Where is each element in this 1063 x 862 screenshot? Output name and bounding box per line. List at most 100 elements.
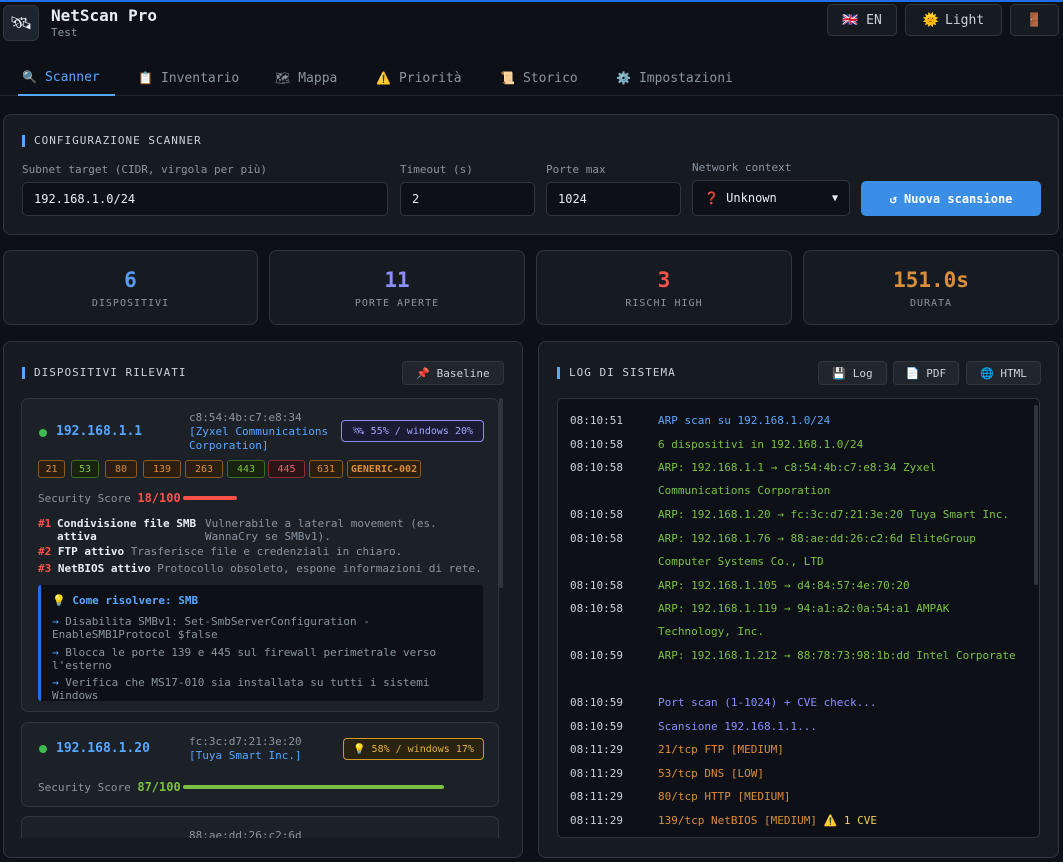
port-badge[interactable]: 263 [185, 460, 223, 478]
device-card[interactable]: 88:ae:dd:26:c2:6d [21, 816, 499, 838]
map-icon: 🗺 [275, 71, 291, 85]
theme-label: Light [945, 12, 985, 28]
log-message: 6 dispositivi in 192.168.1.0/24 [658, 437, 864, 451]
os-guess-badge: 🛰 55% / windows 20% [341, 420, 484, 442]
log-time: 08:11:29 [570, 743, 623, 756]
tab-label: Storico [522, 70, 578, 86]
tab-label: Impostazioni [638, 70, 733, 86]
log-time: 08:10:58 [570, 508, 623, 521]
log-message: ARP: 192.168.1.20 → fc:3c:d7:21:3e:20 Tu… [658, 508, 1009, 521]
log-time: 08:10:51 [570, 414, 623, 427]
subnet-input[interactable]: 192.168.1.0/24 [22, 182, 388, 216]
export-log-button[interactable]: 💾 Log [818, 361, 887, 385]
tab-inventario[interactable]: 📋 Inventario [134, 60, 243, 96]
port-badge[interactable]: 139 [143, 460, 181, 478]
log-time: 08:10:58 [570, 531, 623, 545]
scroll-icon: 📜 [500, 71, 515, 85]
new-scan-button[interactable]: ↺ Nuova scansione [861, 181, 1041, 216]
risk-description: Vulnerabile a lateral movement (es. Wann… [205, 517, 437, 543]
log-message: ARP: 192.168.1.212 → 88:78:73:98:1b:dd I… [658, 649, 1016, 662]
logout-button[interactable]: 🚪 [1010, 4, 1059, 36]
network-context-select[interactable]: ❓ Unknown ▼ [692, 180, 850, 216]
log-message: 53/tcp DNS [LOW] [658, 766, 764, 780]
tab-mappa[interactable]: 🗺 Mappa [271, 60, 341, 96]
log-time: 08:10:59 [570, 649, 623, 662]
risk-title: NetBIOS attivo [57, 562, 151, 575]
log-message: ARP: 192.168.1.105 → d4:84:57:4e:70:20 [658, 578, 910, 592]
sun-icon: 🌞 [922, 12, 940, 28]
max-ports-input[interactable]: 1024 [546, 182, 681, 216]
chevron-down-icon: ▼ [831, 192, 838, 204]
log-time: 08:10:58 [570, 602, 623, 615]
stat-high-risks: 3 RISCHI HIGH [536, 250, 792, 325]
log-time: 08:11:29 [570, 813, 623, 827]
log-console: 08:10:51 ARP scan su 192.168.1.0/24 08:10:… [557, 398, 1040, 838]
score-label: Security Score [38, 781, 131, 794]
clipboard-icon: 📋 [138, 71, 153, 85]
device-mac: fc:3c:d7:21:3e:20 [189, 735, 302, 748]
remediation-step: → Blocca le porte 139 e 445 sul firewall… [52, 646, 437, 672]
score-bar [183, 496, 237, 500]
tab-priorita[interactable]: ⚠️ Priorità [372, 60, 466, 96]
gear-icon: ⚙️ [616, 71, 631, 85]
port-badge[interactable]: 80 [105, 460, 137, 478]
network-context-label: Network context [692, 161, 792, 174]
online-status-dot [39, 745, 47, 753]
log-title: LOG DI SISTEMA [557, 367, 676, 379]
log-message: 21/tcp FTP [MEDIUM] [658, 743, 784, 756]
stat-caption: DISPOSITIVI [91, 298, 170, 309]
stat-caption: DURATA [909, 298, 953, 309]
log-time: 08:10:58 [570, 461, 623, 474]
port-badge[interactable]: 445 [268, 460, 305, 478]
device-list-scrollbar[interactable] [499, 398, 503, 588]
stat-duration: 151.0s DURATA [803, 250, 1059, 325]
network-context-value: ❓ Unknown [704, 191, 777, 205]
stat-caption: RISCHI HIGH [625, 298, 703, 309]
device-card[interactable]: 192.168.1.20 fc:3c:d7:21:3e:20 [Tuya Sma… [21, 722, 499, 807]
remediation-box: 💡 Come risolvere: SMB → Disabilita SMBv1… [38, 585, 483, 702]
theme-toggle-button[interactable]: 🌞 Light [905, 4, 1002, 36]
timeout-label: Timeout (s) [400, 163, 473, 176]
warning-icon: ⚠️ [376, 71, 391, 85]
remediation-title: 💡 Come risolvere: SMB [52, 594, 199, 607]
app-subtitle: Test [51, 26, 78, 39]
log-time: 08:10:59 [570, 696, 623, 709]
log-message: ARP: 192.168.1.76 → 88:ae:dd:26:c2:6d El… [658, 531, 976, 568]
language-button[interactable]: 🇬🇧 EN [827, 4, 897, 36]
stat-value: 151.0s [893, 268, 969, 292]
port-badge[interactable]: 53 [71, 460, 99, 478]
cve-warning: ⚠️ 1 CVE [816, 813, 878, 827]
log-time: 08:10:58 [570, 437, 623, 451]
log-message: Scansione 192.168.1.1... [658, 719, 817, 733]
tab-impostazioni[interactable]: ⚙️ Impostazioni [612, 60, 737, 96]
port-badge[interactable]: 631 [309, 460, 343, 478]
device-list: 192.168.1.1 c8:54:4b:c7:e8:34 [Zyxel Com… [21, 398, 504, 838]
export-html-button[interactable]: 🌐 HTML [966, 361, 1041, 385]
baseline-button[interactable]: 📌 Baseline [402, 361, 504, 385]
device-card[interactable]: 192.168.1.1 c8:54:4b:c7:e8:34 [Zyxel Com… [21, 398, 499, 712]
log-scrollbar[interactable] [1034, 405, 1038, 585]
log-message: 80/tcp HTTP [MEDIUM] [658, 790, 791, 803]
port-badge[interactable]: 443 [227, 460, 265, 478]
risk-description: Protocollo obsoleto, espone informazioni… [157, 562, 482, 575]
tab-storico[interactable]: 📜 Storico [496, 60, 582, 96]
score-value: 18/100 [137, 491, 181, 505]
score-bar [183, 785, 444, 789]
tab-label: Inventario [160, 70, 240, 86]
log-message: Port scan (1-1024) + CVE check... [658, 696, 877, 709]
log-message: ARP: 192.168.1.119 → 94:a1:a2:0a:54:a1 A… [658, 602, 950, 638]
device-ip: 192.168.1.1 [56, 424, 143, 439]
score-label: Security Score [38, 492, 131, 505]
main-tabs: 🔍 Scanner 📋 Inventario 🗺 Mappa ⚠️ Priorità 📜… [0, 60, 1063, 96]
timeout-input[interactable]: 2 [400, 182, 535, 216]
tab-scanner[interactable]: 🔍 Scanner [18, 60, 115, 96]
risk-title: Condivisione file SMB attiva [57, 517, 197, 543]
remediation-step: → Disabilita SMBv1: Set-SmbServerConfigu… [52, 615, 370, 641]
satellite-icon: 🛰 [3, 5, 39, 41]
port-badge[interactable]: GENERIC-002 [347, 460, 421, 478]
risk-description: Trasferisce file e credenziali in chiaro… [130, 545, 403, 558]
device-vendor: [Tuya Smart Inc.] [189, 749, 302, 762]
export-pdf-button[interactable]: 📄 PDF [893, 361, 959, 385]
risk-number: #1 [38, 517, 52, 530]
port-badge[interactable]: 21 [38, 460, 65, 478]
